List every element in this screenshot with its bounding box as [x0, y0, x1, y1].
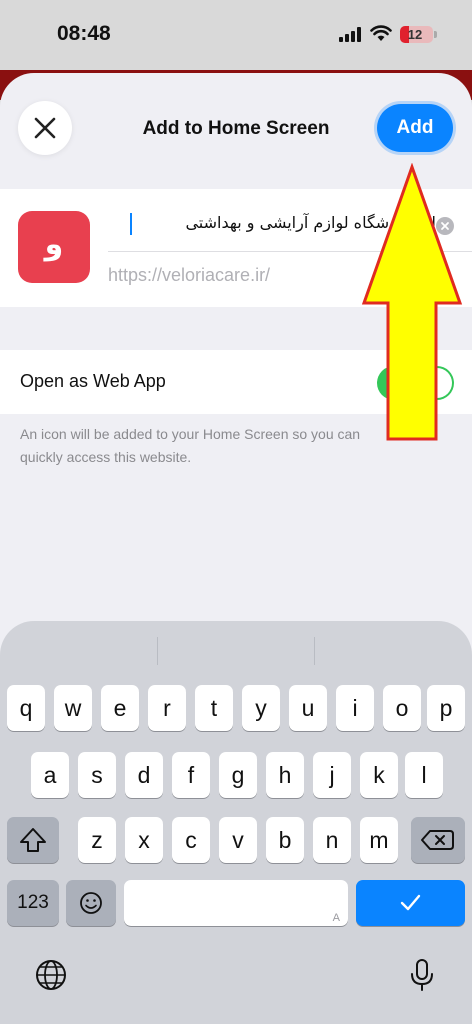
battery-level: 12 [407, 27, 423, 42]
shift-icon [20, 828, 46, 852]
text-cursor [130, 213, 132, 235]
key-t[interactable]: t [195, 685, 233, 731]
yellow-arrow-annotation [361, 163, 463, 441]
key-j[interactable]: j [313, 752, 351, 798]
emoji-key[interactable] [66, 880, 116, 926]
key-c[interactable]: c [172, 817, 210, 863]
key-v[interactable]: v [219, 817, 257, 863]
key-e[interactable]: e [101, 685, 139, 731]
footnote: An icon will be added to your Home Scree… [20, 426, 361, 465]
battery-icon: 12 [400, 26, 437, 43]
cellular-signal-icon [339, 27, 363, 42]
key-y[interactable]: y [242, 685, 280, 731]
key-g[interactable]: g [219, 752, 257, 798]
shift-key[interactable] [7, 817, 59, 863]
checkmark-icon [400, 894, 421, 911]
backspace-key[interactable] [411, 817, 465, 863]
status-time: 08:48 [57, 22, 111, 45]
suggestion-divider [314, 637, 315, 665]
backspace-icon [421, 830, 454, 850]
key-r[interactable]: r [148, 685, 186, 731]
key-k[interactable]: k [360, 752, 398, 798]
key-i[interactable]: i [336, 685, 374, 731]
app-icon: و [18, 211, 90, 283]
key-d[interactable]: d [125, 752, 163, 798]
key-w[interactable]: w [54, 685, 92, 731]
space-key[interactable]: A [124, 880, 348, 926]
microphone-icon[interactable] [404, 957, 440, 993]
key-u[interactable]: u [289, 685, 327, 731]
status-bar: 08:48 12 [0, 0, 472, 70]
key-a[interactable]: a [31, 752, 69, 798]
key-b[interactable]: b [266, 817, 304, 863]
key-l[interactable]: l [405, 752, 443, 798]
space-key-hint: A [332, 912, 340, 924]
keyboard: q w e r t y u i o p a s d f g h j k l z … [0, 621, 472, 1024]
key-n[interactable]: n [313, 817, 351, 863]
wifi-icon [370, 25, 392, 41]
key-q[interactable]: q [7, 685, 45, 731]
site-url: https://veloriacare.ir/ [108, 265, 271, 285]
web-app-label: Open as Web App [20, 371, 166, 391]
suggestion-divider [157, 637, 158, 665]
key-m[interactable]: m [360, 817, 398, 863]
emoji-icon [80, 892, 102, 914]
key-s[interactable]: s [78, 752, 116, 798]
key-f[interactable]: f [172, 752, 210, 798]
add-button[interactable]: Add [377, 104, 453, 152]
key-o[interactable]: o [383, 685, 421, 731]
key-z[interactable]: z [78, 817, 116, 863]
globe-icon[interactable] [33, 957, 69, 993]
done-key[interactable] [356, 880, 465, 926]
key-h[interactable]: h [266, 752, 304, 798]
numbers-key[interactable]: 123 [7, 880, 59, 926]
key-x[interactable]: x [125, 817, 163, 863]
key-p[interactable]: p [427, 685, 465, 731]
